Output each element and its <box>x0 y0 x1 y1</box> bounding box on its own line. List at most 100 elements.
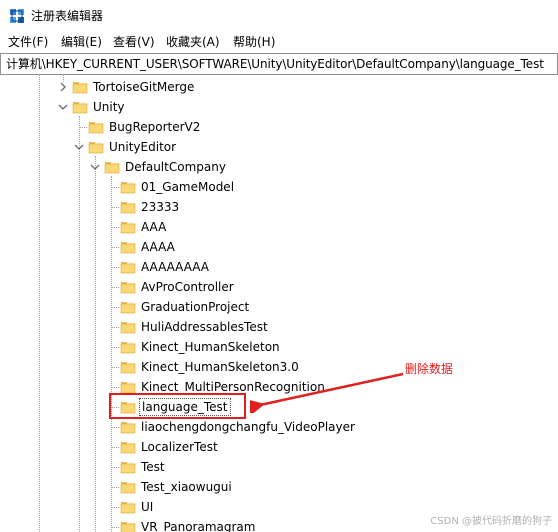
folder-icon <box>88 122 104 134</box>
tree-row[interactable]: AAAA <box>0 237 558 257</box>
tree-row[interactable]: UI <box>0 497 558 517</box>
folder-icon <box>120 522 136 532</box>
tree-connector-line <box>111 427 119 428</box>
tree-item-label[interactable]: HuliAddressablesTest <box>139 319 270 335</box>
tree-row[interactable]: DefaultCompany <box>0 157 558 177</box>
tree-item-label[interactable]: GraduationProject <box>139 299 251 315</box>
tree-row[interactable]: HuliAddressablesTest <box>0 317 558 337</box>
tree-connector-line <box>111 287 119 288</box>
address-path[interactable]: 计算机\HKEY_CURRENT_USER\SOFTWARE\Unity\Uni… <box>6 56 544 72</box>
tree-item-label[interactable]: LocalizerTest <box>139 439 220 455</box>
tree-connector-line <box>111 447 119 448</box>
tree-row[interactable]: liaochengdongchangfu_VideoPlayer <box>0 417 558 437</box>
tree-item-label[interactable]: AAAAAAAA <box>139 259 211 275</box>
folder-icon <box>72 102 88 114</box>
tree-connector-line <box>111 187 119 188</box>
folder-icon <box>120 462 136 474</box>
tree-row[interactable]: GraduationProject <box>0 297 558 317</box>
folder-icon <box>120 282 136 294</box>
tree-item-label[interactable]: Test <box>139 459 167 475</box>
chevron-down-icon[interactable] <box>57 101 69 113</box>
tree-item-label[interactable]: DefaultCompany <box>123 159 228 175</box>
folder-icon <box>120 222 136 234</box>
highlight-box <box>109 393 246 419</box>
folder-icon <box>120 382 136 394</box>
menu-help[interactable]: 帮助(H) <box>233 34 275 50</box>
address-bar[interactable]: 计算机\HKEY_CURRENT_USER\SOFTWARE\Unity\Uni… <box>0 53 558 75</box>
chevron-down-icon[interactable] <box>73 141 85 153</box>
watermark: CSDN @披代码折磨的狗子 <box>430 516 552 527</box>
tree-item-label[interactable]: AvProController <box>139 279 236 295</box>
tree-item-label[interactable]: 23333 <box>139 199 181 215</box>
tree-row[interactable]: TortoiseGitMerge <box>0 77 558 97</box>
tree-row[interactable]: AvProController <box>0 277 558 297</box>
folder-icon <box>120 502 136 514</box>
tree-row[interactable]: Test_xiaowugui <box>0 477 558 497</box>
folder-icon <box>72 82 88 94</box>
tree-connector-line <box>79 127 87 128</box>
registry-key-tree: TortoiseGitMerge Unity BugReporterV2 UnityE… <box>0 74 558 532</box>
menu-view[interactable]: 查看(V) <box>113 34 155 50</box>
folder-icon <box>120 362 136 374</box>
folder-icon <box>120 202 136 214</box>
folder-icon <box>120 442 136 454</box>
tree-row[interactable]: BugReporterV2 <box>0 117 558 137</box>
folder-icon <box>120 422 136 434</box>
window-title: 注册表编辑器 <box>31 9 104 23</box>
folder-icon <box>120 242 136 254</box>
tree-connector-line <box>111 307 119 308</box>
tree-connector-line <box>111 467 119 468</box>
tree-item-label[interactable]: Unity <box>91 99 127 115</box>
tree-item-label[interactable]: TortoiseGitMerge <box>91 79 196 95</box>
chevron-down-icon[interactable] <box>89 161 101 173</box>
tree-item-label[interactable]: VR_Panoramagram <box>139 519 257 532</box>
tree-connector-line <box>111 387 119 388</box>
tree-connector-line <box>111 367 119 368</box>
tree-item-label[interactable]: UI <box>139 499 155 515</box>
tree-connector-line <box>111 227 119 228</box>
title-bar: 注册表编辑器 <box>0 0 558 32</box>
tree-item-label[interactable]: liaochengdongchangfu_VideoPlayer <box>139 419 357 435</box>
folder-icon <box>120 182 136 194</box>
menu-edit[interactable]: 编辑(E) <box>61 34 102 50</box>
tree-item-label[interactable]: UnityEditor <box>107 139 178 155</box>
tree-row[interactable]: 23333 <box>0 197 558 217</box>
chevron-right-icon[interactable] <box>57 81 69 93</box>
tree-item-label[interactable]: BugReporterV2 <box>107 119 202 135</box>
tree-item-label[interactable]: AAAA <box>139 239 177 255</box>
tree-item-label[interactable]: Test_xiaowugui <box>139 479 234 495</box>
tree-row[interactable]: AAAAAAAA <box>0 257 558 277</box>
tree-connector-line <box>111 487 119 488</box>
tree-connector-line <box>111 347 119 348</box>
folder-icon <box>88 142 104 154</box>
tree-row[interactable]: 01_GameModel <box>0 177 558 197</box>
menu-file[interactable]: 文件(F) <box>8 34 48 50</box>
tree-row[interactable]: UnityEditor <box>0 137 558 157</box>
folder-icon <box>120 342 136 354</box>
folder-icon <box>120 322 136 334</box>
tree-item-label[interactable]: AAA <box>139 219 168 235</box>
tree-row[interactable]: AAA <box>0 217 558 237</box>
annotation-label: 删除数据 <box>405 362 454 376</box>
tree-connector-line <box>111 507 119 508</box>
tree-connector-line <box>111 527 119 528</box>
tree-connector-line <box>111 267 119 268</box>
tree-connector-line <box>111 207 119 208</box>
menu-bar: 文件(F) 编辑(E) 查看(V) 收藏夹(A) 帮助(H) <box>0 32 558 52</box>
tree-row[interactable]: LocalizerTest <box>0 437 558 457</box>
folder-icon <box>104 162 120 174</box>
folder-icon <box>120 482 136 494</box>
registry-editor-icon <box>10 9 24 23</box>
folder-icon <box>120 302 136 314</box>
tree-item-label[interactable]: 01_GameModel <box>139 179 236 195</box>
registry-editor-window: 注册表编辑器 文件(F) 编辑(E) 查看(V) 收藏夹(A) 帮助(H) 计算… <box>0 0 558 532</box>
tree-connector-line <box>111 327 119 328</box>
tree-row[interactable]: Kinect_HumanSkeleton <box>0 337 558 357</box>
tree-connector-line <box>111 247 119 248</box>
menu-favorites[interactable]: 收藏夹(A) <box>166 34 220 50</box>
tree-row[interactable]: Unity <box>0 97 558 117</box>
tree-row[interactable]: Test <box>0 457 558 477</box>
tree-item-label[interactable]: Kinect_HumanSkeleton <box>139 339 282 355</box>
folder-icon <box>120 262 136 274</box>
annotation-arrow <box>250 372 404 413</box>
